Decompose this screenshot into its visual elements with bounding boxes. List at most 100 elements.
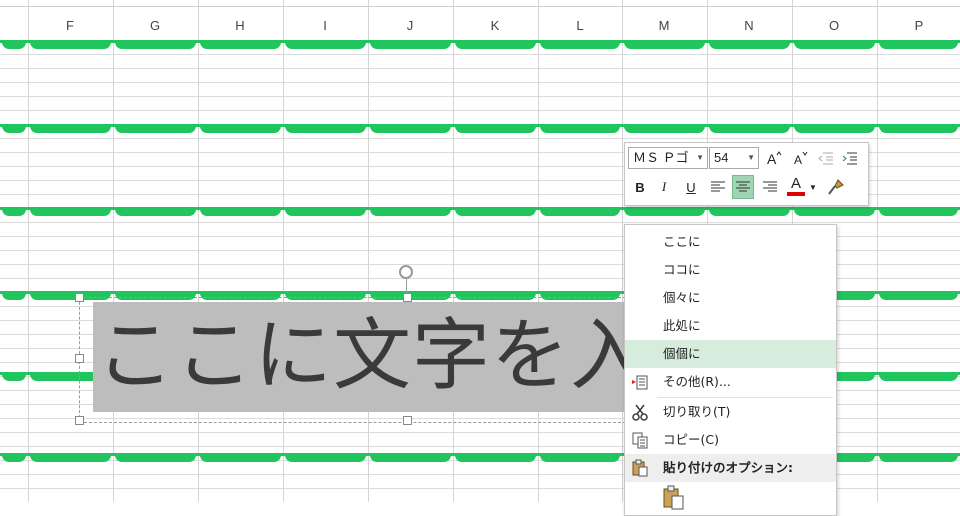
green-tab xyxy=(709,125,790,133)
underline-button[interactable]: U xyxy=(680,176,702,198)
increase-indent-icon xyxy=(842,152,857,165)
grid-column-line xyxy=(368,0,369,502)
green-tab xyxy=(709,208,790,216)
align-center-button[interactable] xyxy=(732,175,754,199)
green-tab xyxy=(30,454,111,462)
font-name-combo[interactable]: ＭＳ Ｐゴ ▼ xyxy=(628,147,708,169)
green-tab xyxy=(370,454,451,462)
green-tab xyxy=(2,373,26,381)
column-header-M[interactable]: M xyxy=(624,6,704,44)
grid-row-line xyxy=(0,82,960,83)
shrink-font-icon: A xyxy=(794,151,808,167)
font-name-value: ＭＳ Ｐゴ xyxy=(633,150,689,165)
menu-item-kokoni-koko[interactable]: 此処に xyxy=(625,312,836,340)
italic-button[interactable]: I xyxy=(653,176,675,198)
grid-row-line xyxy=(0,138,960,139)
column-header-I[interactable]: I xyxy=(285,6,365,44)
menu-header-paste-options: 貼り付けのオプション: xyxy=(625,454,836,482)
mini-toolbar: ＭＳ Ｐゴ ▼ 54 ▼ A A B I U A ▼ xyxy=(624,142,869,206)
green-tab xyxy=(624,208,705,216)
green-tab xyxy=(540,454,620,462)
grid-row-line xyxy=(0,110,960,111)
column-header-O[interactable]: O xyxy=(794,6,874,44)
column-header-L[interactable]: L xyxy=(540,6,620,44)
align-center-icon xyxy=(736,181,750,192)
chevron-down-icon[interactable]: ▼ xyxy=(696,148,704,168)
green-tab xyxy=(879,373,958,381)
grow-font-icon: A xyxy=(767,151,782,167)
column-header-G[interactable]: G xyxy=(115,6,195,44)
align-left-button[interactable] xyxy=(707,176,729,198)
align-right-button[interactable] xyxy=(759,176,781,198)
column-header-H[interactable]: H xyxy=(200,6,280,44)
column-header-P[interactable]: P xyxy=(879,6,959,44)
chevron-down-icon[interactable]: ▼ xyxy=(747,148,755,168)
green-tab xyxy=(115,125,196,133)
menu-item-cut[interactable]: 切り取り(T) xyxy=(625,398,836,426)
font-size-combo[interactable]: 54 ▼ xyxy=(709,147,759,169)
green-tab xyxy=(455,208,536,216)
menu-item-kokoni[interactable]: ここに xyxy=(625,228,836,256)
green-tab xyxy=(624,125,705,133)
grid-row-line xyxy=(0,96,960,97)
grid-column-line xyxy=(113,0,114,502)
menu-item-copy[interactable]: コピー(C) xyxy=(625,426,836,454)
green-tab xyxy=(879,125,958,133)
bold-button[interactable]: B xyxy=(629,176,651,198)
resize-handle-bottom-left[interactable] xyxy=(75,416,84,425)
green-tab xyxy=(794,208,875,216)
green-tab xyxy=(30,125,111,133)
decrease-indent-button[interactable] xyxy=(815,147,837,169)
green-tab xyxy=(879,454,958,462)
green-tab xyxy=(115,454,196,462)
copy-icon xyxy=(632,432,648,449)
chevron-down-icon[interactable]: ▼ xyxy=(807,176,819,198)
green-tab xyxy=(200,454,281,462)
resize-handle-left[interactable] xyxy=(75,354,84,363)
menu-item-kokoni-kanji-repeat[interactable]: 個々に xyxy=(625,284,836,312)
resize-handle-top-left[interactable] xyxy=(75,293,84,302)
green-tab xyxy=(2,292,26,300)
green-tab xyxy=(115,208,196,216)
green-tab xyxy=(200,208,281,216)
column-header-N[interactable]: N xyxy=(709,6,789,44)
column-header-F[interactable]: F xyxy=(30,6,110,44)
align-right-icon xyxy=(763,181,777,192)
increase-indent-button[interactable] xyxy=(839,147,861,169)
column-header-K[interactable]: K xyxy=(455,6,535,44)
grow-font-button[interactable]: A xyxy=(763,147,785,169)
paste-icon xyxy=(632,459,648,477)
green-tab xyxy=(2,208,26,216)
green-tab xyxy=(2,41,26,49)
paste-keep-formatting-icon xyxy=(663,485,684,510)
grid-row-line xyxy=(0,68,960,69)
menu-item-kokoni-kanji-double[interactable]: 個個に xyxy=(625,340,836,368)
grid-column-line xyxy=(198,0,199,502)
green-tab xyxy=(370,208,451,216)
resize-handle-top[interactable] xyxy=(403,293,412,302)
scissors-icon xyxy=(632,404,648,421)
decrease-indent-icon xyxy=(818,152,833,165)
green-tab xyxy=(30,208,111,216)
green-tab xyxy=(285,208,366,216)
green-tab xyxy=(794,125,875,133)
grid-column-line xyxy=(877,0,878,502)
rotate-handle[interactable] xyxy=(399,265,413,279)
shrink-font-button[interactable]: A xyxy=(789,147,811,169)
resize-handle-bottom[interactable] xyxy=(403,416,412,425)
menu-item-more[interactable]: その他(R)... xyxy=(625,368,836,396)
column-header-J[interactable]: J xyxy=(370,6,450,44)
dictionary-icon xyxy=(632,375,648,390)
green-tab xyxy=(540,125,620,133)
format-painter-button[interactable] xyxy=(825,176,847,198)
green-tab xyxy=(285,125,366,133)
grid-column-line xyxy=(283,0,284,502)
grid-column-line xyxy=(28,0,29,502)
green-tab xyxy=(370,125,451,133)
grid-row-line xyxy=(0,222,960,223)
paste-option-button[interactable] xyxy=(661,485,689,513)
textbox[interactable] xyxy=(79,297,636,423)
font-color-button[interactable]: A xyxy=(785,175,807,197)
menu-item-kokoni-katakana[interactable]: ココに xyxy=(625,256,836,284)
font-color-swatch xyxy=(787,192,805,196)
